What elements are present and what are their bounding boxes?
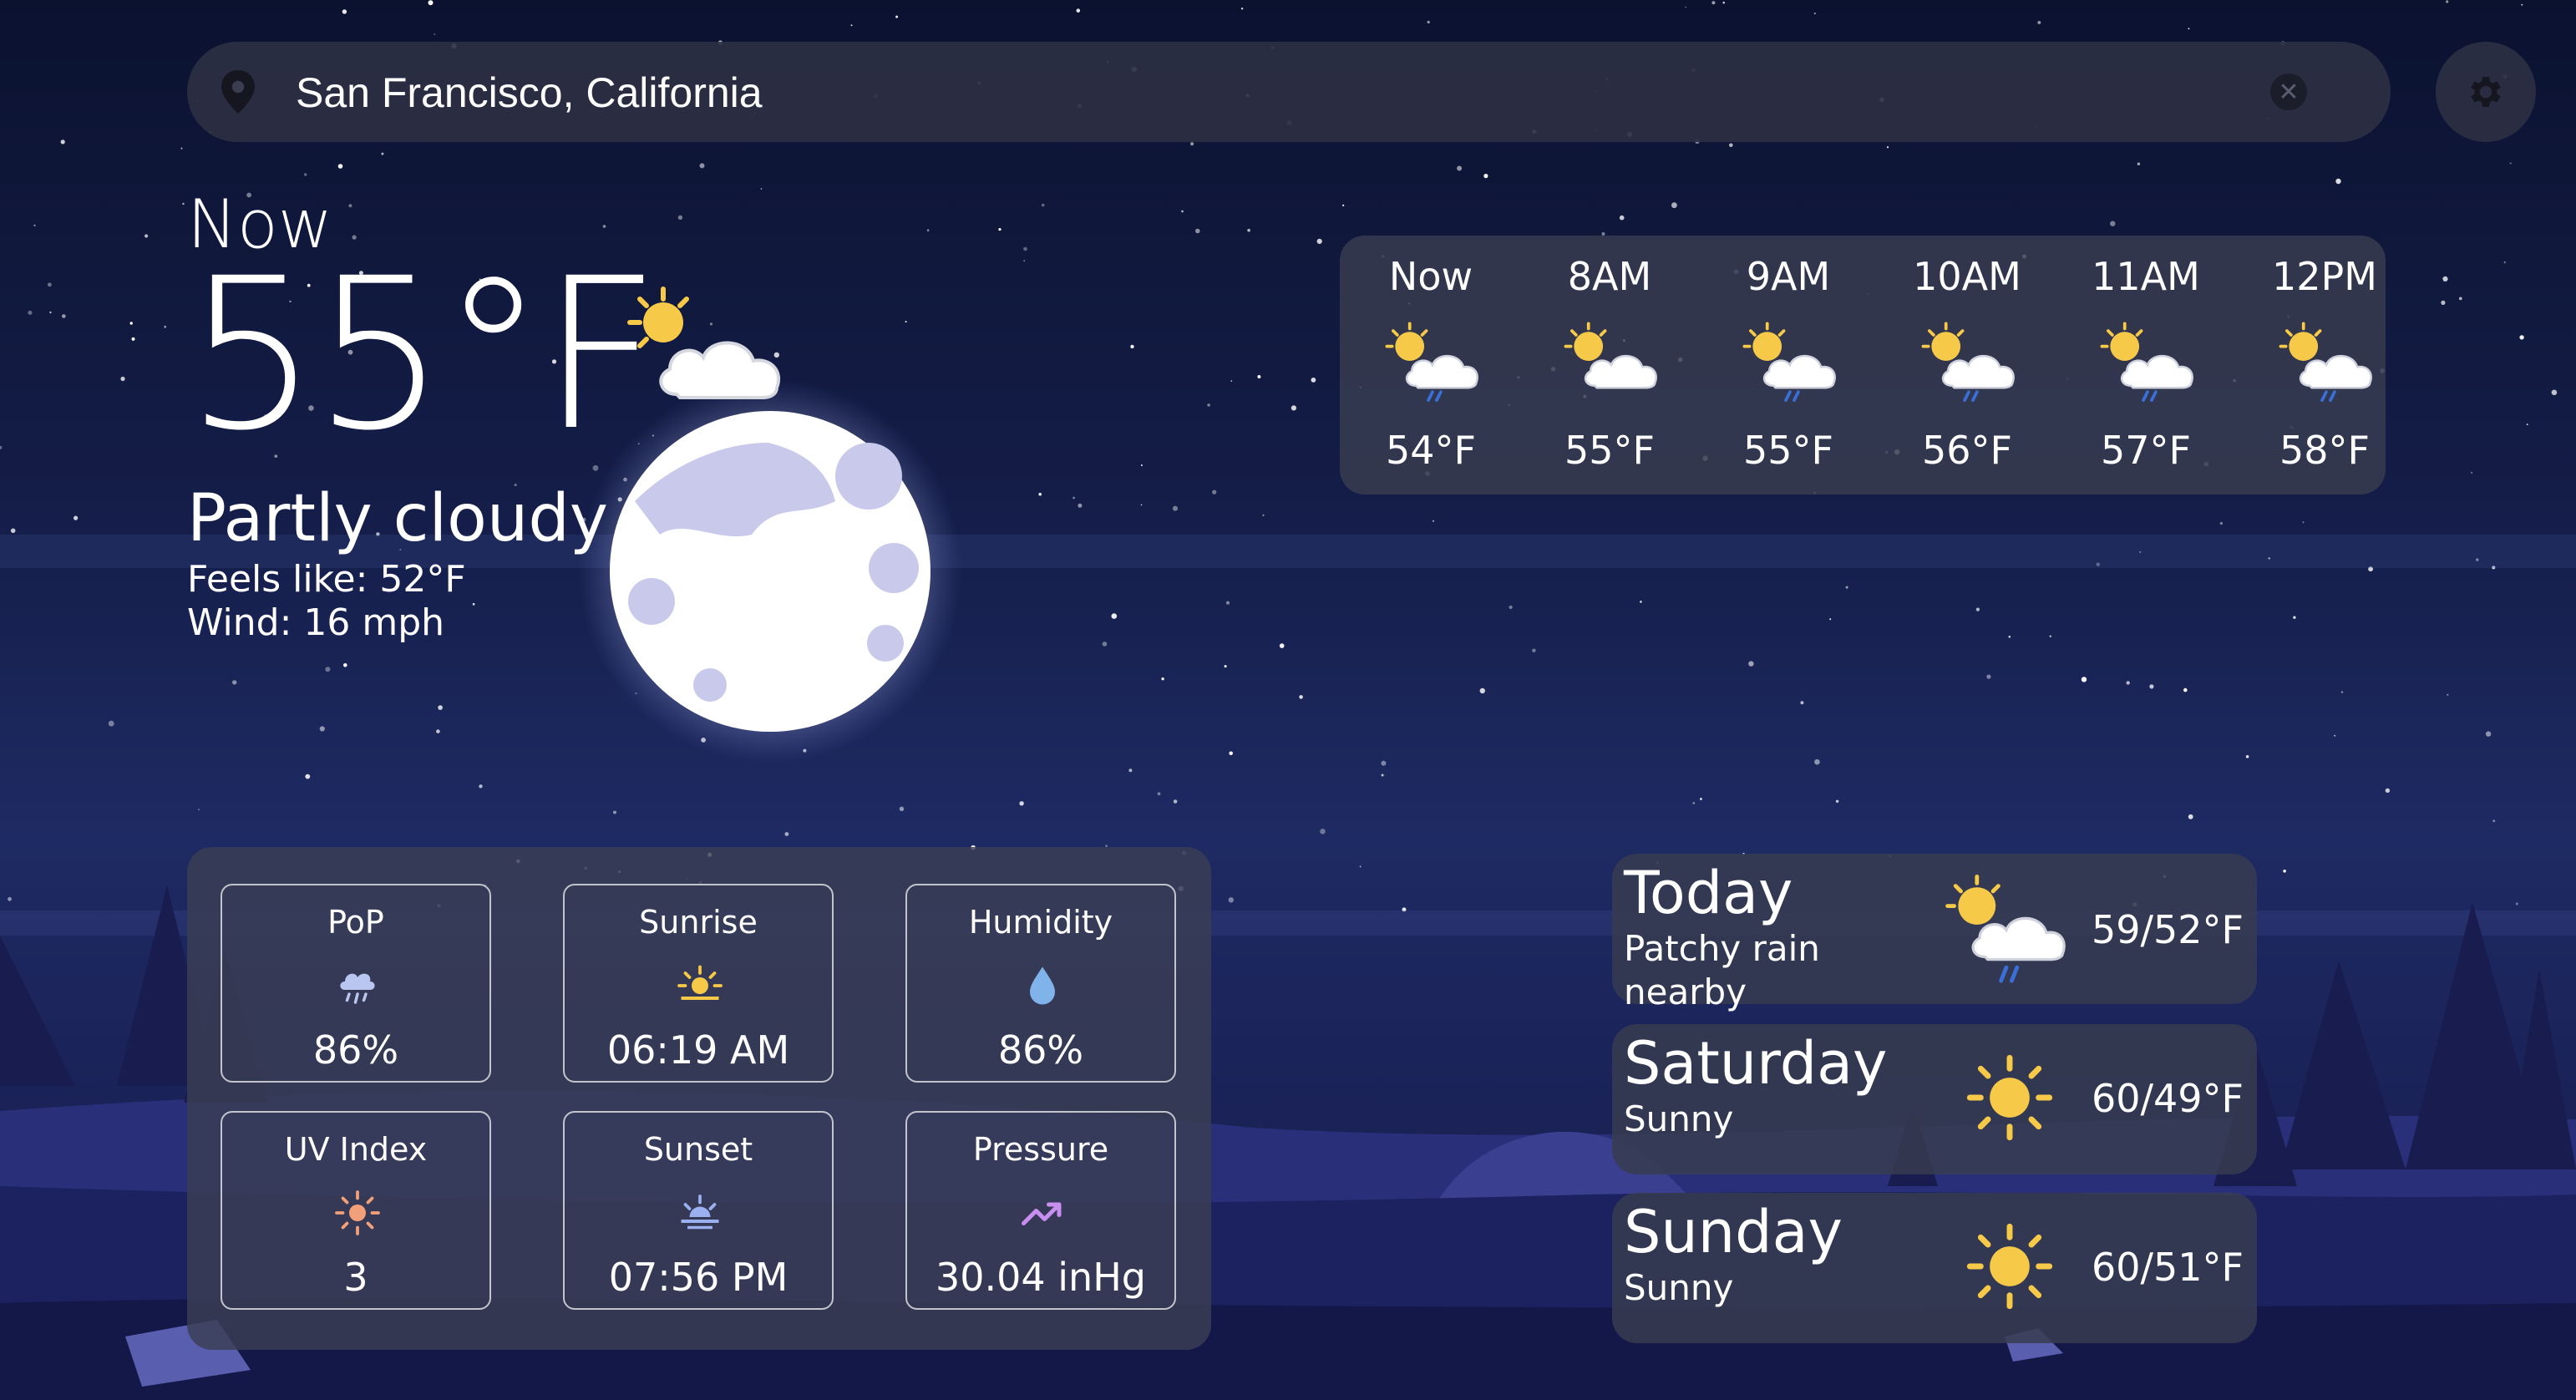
partly-cloudy-rain-icon — [1945, 875, 2066, 983]
day-temperature-range: 59/52°F — [2091, 907, 2244, 952]
hour-time: 12PM — [2272, 254, 2377, 299]
wind-speed: Wind: 16 mph — [187, 601, 445, 644]
gear-icon — [2471, 76, 2501, 108]
daily-forecast-today[interactable]: Today Patchy rain nearby 59/52°F — [1612, 854, 2257, 1012]
detail-tile-sunrise: Sunrise 06:19 AM — [563, 884, 834, 1083]
partly-cloudy-icon — [627, 287, 780, 399]
hour-temperature: 57°F — [2101, 428, 2191, 473]
water-drop-icon — [1030, 966, 1055, 1005]
detail-tile-pop: PoP 86% — [221, 884, 491, 1083]
detail-tile-pressure: Pressure 30.04 inHg — [905, 1111, 1176, 1310]
detail-tile-uv-index: UV Index 3 — [221, 1111, 491, 1310]
daily-forecast-sunday[interactable]: Sunday Sunny 60/51°F — [1612, 1193, 2257, 1343]
partly-cloudy-icon — [1564, 322, 1657, 389]
sun-icon — [1966, 1054, 2053, 1141]
detail-label: PoP — [327, 904, 384, 941]
detail-value: 06:19 AM — [606, 1027, 790, 1073]
feels-like: Feels like: 52°F — [187, 558, 466, 601]
detail-label: Sunrise — [639, 904, 758, 941]
location-pin-icon — [221, 70, 255, 114]
hour-temperature: 58°F — [2279, 428, 2370, 473]
hourly-item[interactable]: 11AM 57°F — [2058, 236, 2234, 495]
detail-tile-humidity: Humidity 86% — [905, 884, 1176, 1083]
partly-cloudy-rain-icon — [1385, 322, 1478, 402]
detail-label: Humidity — [968, 904, 1113, 941]
sun-icon — [335, 1190, 380, 1235]
detail-label: UV Index — [284, 1131, 428, 1168]
day-condition: Sunny — [1624, 1098, 1734, 1139]
detail-tile-sunset: Sunset 07:56 PM — [563, 1111, 834, 1310]
current-condition: Partly cloudy — [187, 481, 608, 556]
detail-value: 86% — [997, 1027, 1084, 1073]
sun-icon — [1966, 1223, 2053, 1310]
close-circle-icon: ✕ — [2278, 78, 2300, 106]
hourly-item[interactable]: 9AM 55°F — [1701, 236, 1876, 495]
detail-value: 07:56 PM — [608, 1255, 789, 1300]
hour-time: 10AM — [1913, 254, 2021, 299]
day-temperature-range: 60/49°F — [2091, 1076, 2244, 1121]
weather-details-panel: PoP 86% Sunrise 06:19 AM Humidity 86% UV… — [187, 847, 1211, 1350]
detail-value: 86% — [312, 1027, 399, 1073]
hour-time: 11AM — [2092, 254, 2200, 299]
hour-temperature: 54°F — [1386, 428, 1476, 473]
hour-temperature: 55°F — [1743, 428, 1833, 473]
hourly-forecast: Now 54°F 8AM 55°F 9AM 55°F 10AM 56°F 11A… — [1340, 236, 2386, 495]
partly-cloudy-rain-icon — [2100, 322, 2193, 402]
day-name: Today — [1624, 859, 1793, 927]
settings-button[interactable] — [2436, 42, 2536, 142]
hour-temperature: 55°F — [1564, 428, 1655, 473]
location-search-bar[interactable]: ✕ — [187, 42, 2391, 144]
hour-time: Now — [1388, 254, 1473, 299]
detail-label: Pressure — [972, 1131, 1109, 1168]
sunrise-icon — [677, 965, 723, 1000]
rain-cloud-icon — [340, 973, 375, 1004]
day-name: Sunday — [1624, 1198, 1843, 1266]
detail-label: Sunset — [643, 1131, 753, 1168]
detail-value: 30.04 inHg — [935, 1255, 1147, 1300]
hour-time: 8AM — [1567, 254, 1652, 299]
trending-up-icon — [1022, 1202, 1062, 1225]
hour-time: 9AM — [1746, 254, 1831, 299]
day-condition: Sunny — [1624, 1267, 1734, 1308]
hour-temperature: 56°F — [1922, 428, 2012, 473]
sunset-icon — [681, 1195, 719, 1230]
location-search-input[interactable] — [294, 42, 2302, 144]
detail-value: 3 — [343, 1255, 368, 1300]
clear-search-button[interactable]: ✕ — [2270, 74, 2307, 110]
day-temperature-range: 60/51°F — [2091, 1245, 2244, 1290]
partly-cloudy-rain-icon — [1742, 322, 1836, 402]
partly-cloudy-rain-icon — [1921, 322, 2015, 402]
hourly-item[interactable]: Now 54°F — [1343, 236, 1519, 495]
day-condition: Patchy rain nearby — [1624, 928, 1820, 1012]
hourly-item[interactable]: 10AM 56°F — [1879, 236, 2055, 495]
partly-cloudy-rain-icon — [2279, 322, 2372, 402]
daily-forecast-saturday[interactable]: Saturday Sunny 60/49°F — [1612, 1024, 2257, 1174]
hourly-item[interactable]: 8AM 55°F — [1522, 236, 1697, 495]
day-name: Saturday — [1624, 1029, 1888, 1098]
hourly-item[interactable]: 12PM 58°F — [2237, 236, 2412, 495]
current-temperature: 55°F — [185, 233, 661, 476]
